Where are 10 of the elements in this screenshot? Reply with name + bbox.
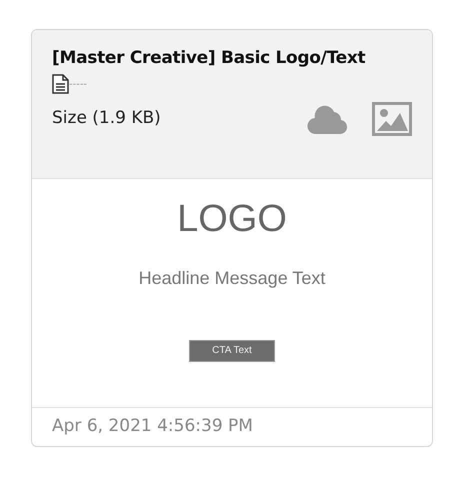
cta-button[interactable]: CTA Text xyxy=(189,340,275,362)
timestamp: Apr 6, 2021 4:56:39 PM xyxy=(32,407,432,446)
file-size: Size (1.9 KB) xyxy=(52,107,161,130)
logo-text: LOGO xyxy=(177,199,287,241)
card-title: [Master Creative] Basic Logo/Text xyxy=(52,47,366,70)
file-type-text: ----- xyxy=(69,78,88,92)
image-icon xyxy=(372,102,412,136)
headline-text: Headline Message Text xyxy=(138,266,326,290)
document-icon xyxy=(52,74,69,94)
cloud-icon xyxy=(307,103,348,135)
